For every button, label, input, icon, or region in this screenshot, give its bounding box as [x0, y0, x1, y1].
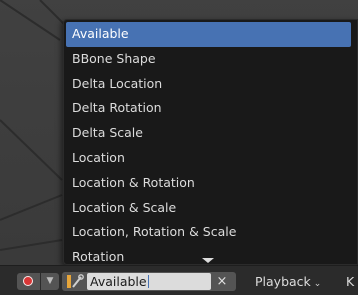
menu-item-delta-scale[interactable]: Delta Scale	[64, 121, 357, 146]
playback-menu[interactable]: Playback ⌄	[249, 273, 333, 290]
menu-item-available[interactable]: Available	[66, 22, 351, 47]
menu-item-location-rotation-scale[interactable]: Location, Rotation & Scale	[64, 220, 357, 245]
keying-set-value: Available	[90, 274, 147, 289]
menu-item-location[interactable]: Location	[64, 146, 357, 171]
timeline-header: ▼ Available × Playback ⌄ K	[0, 265, 358, 295]
keying-label: K	[346, 274, 355, 289]
text-caret	[147, 275, 149, 288]
auto-keying-button[interactable]	[17, 273, 40, 290]
playback-label: Playback	[255, 274, 311, 289]
clear-keying-set-button[interactable]: ×	[214, 273, 230, 290]
keying-set-dropdown: Available BBone Shape Delta Location Del…	[63, 19, 358, 265]
key-icon	[67, 274, 84, 288]
menu-item-delta-location[interactable]: Delta Location	[64, 72, 357, 97]
menu-item-delta-rotation[interactable]: Delta Rotation	[64, 96, 357, 121]
keying-menu[interactable]: K	[342, 273, 358, 290]
chevron-down-icon: ▼	[46, 276, 54, 286]
record-dot-icon	[23, 276, 33, 286]
3d-viewport[interactable]: Available BBone Shape Delta Location Del…	[0, 0, 358, 265]
scroll-down-icon[interactable]	[202, 258, 214, 263]
menu-item-bbone-shape[interactable]: BBone Shape	[64, 47, 357, 72]
chevron-down-icon: ⌄	[313, 279, 322, 289]
keying-set-input[interactable]: Available	[87, 273, 211, 290]
menu-item-location-rotation[interactable]: Location & Rotation	[64, 171, 357, 196]
keying-set-selector[interactable]: Available ×	[62, 272, 236, 291]
auto-keying-options-button[interactable]: ▼	[41, 273, 59, 290]
menu-item-location-scale[interactable]: Location & Scale	[64, 196, 357, 221]
